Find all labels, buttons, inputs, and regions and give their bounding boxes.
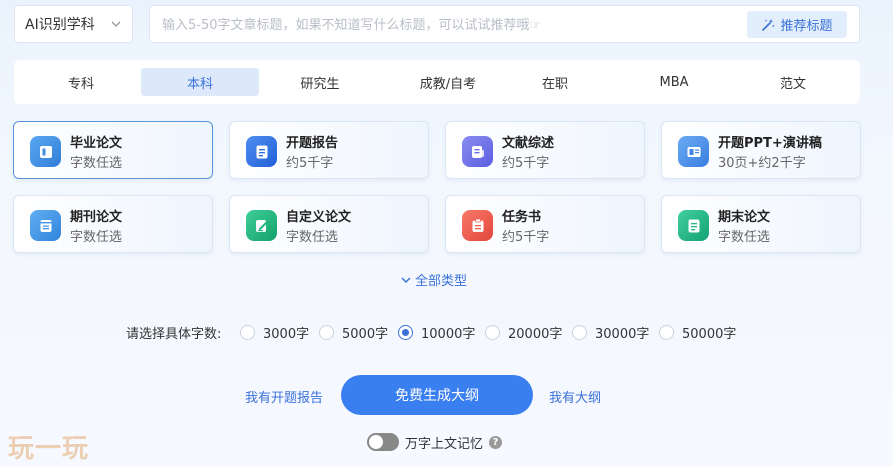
card-title: 开题PPT+演讲稿 xyxy=(718,136,822,151)
card-graduation-thesis[interactable]: 毕业论文 字数任选 xyxy=(13,121,213,179)
radio-circle xyxy=(319,324,334,340)
chevron-down-icon xyxy=(401,276,411,283)
pen-doc-icon xyxy=(246,210,277,241)
card-subtitle: 约5千字 xyxy=(286,156,334,171)
tab-label: MBA xyxy=(659,74,689,90)
tab-label: 本科 xyxy=(186,76,213,92)
degree-tabs: 专科 本科 研究生 成教/自考 在职 MBA 范文 xyxy=(14,60,860,104)
memory-toggle[interactable] xyxy=(367,433,399,451)
card-task-book[interactable]: 任务书 约5千字 xyxy=(445,195,645,253)
recommend-title-label: 推荐标题 xyxy=(780,19,833,34)
card-title: 期刊论文 xyxy=(70,210,123,225)
card-literature-review[interactable]: 文献综述 约5千字 xyxy=(445,121,645,179)
card-title: 开题报告 xyxy=(286,136,339,151)
tab-yanjiusheng[interactable]: 研究生 xyxy=(261,68,379,96)
subject-select-value: AI识别学科 xyxy=(25,17,95,33)
have-outline-link[interactable]: 我有大纲 xyxy=(549,387,601,406)
card-subtitle: 字数任选 xyxy=(70,230,123,245)
title-input-box: 推荐标题 xyxy=(149,5,860,43)
word-option-label: 30000字 xyxy=(595,326,650,342)
card-subtitle: 30页+约2千字 xyxy=(718,156,806,171)
recommend-title-button[interactable]: 推荐标题 xyxy=(747,11,847,38)
tab-chengjiao[interactable]: 成教/自考 xyxy=(389,68,507,96)
word-option-30000[interactable]: 30000字 xyxy=(572,322,649,342)
task-book-icon xyxy=(462,210,493,241)
top-row: AI识别学科 推荐标题 xyxy=(14,5,860,43)
word-option-label: 10000字 xyxy=(421,326,476,342)
tab-label: 研究生 xyxy=(300,76,340,92)
word-option-label: 50000字 xyxy=(682,326,737,342)
card-subtitle: 字数任选 xyxy=(718,230,771,245)
all-types-toggle[interactable]: 全部类型 xyxy=(400,270,467,289)
card-subtitle: 字数任选 xyxy=(70,156,123,171)
tab-label: 在职 xyxy=(541,76,568,92)
final-doc-icon xyxy=(678,210,709,241)
radio-circle xyxy=(572,324,587,340)
card-proposal-report[interactable]: 开题报告 约5千字 xyxy=(229,121,429,179)
tab-mba[interactable]: MBA xyxy=(615,68,733,96)
title-input[interactable] xyxy=(162,15,722,35)
card-subtitle: 字数任选 xyxy=(286,230,339,245)
word-option-5000[interactable]: 5000字 xyxy=(319,322,388,342)
card-title: 任务书 xyxy=(502,210,542,225)
radio-circle xyxy=(659,324,674,340)
tab-benke[interactable]: 本科 xyxy=(141,68,259,96)
card-title: 毕业论文 xyxy=(70,136,123,151)
graduation-doc-icon xyxy=(30,136,61,167)
ppt-icon xyxy=(678,136,709,167)
tab-zaizhi[interactable]: 在职 xyxy=(496,68,614,96)
tab-label: 成教/自考 xyxy=(419,76,477,92)
word-count-label: 请选择具体字数: xyxy=(126,327,222,342)
card-title: 文献综述 xyxy=(502,136,555,151)
card-journal-paper[interactable]: 期刊论文 字数任选 xyxy=(13,195,213,253)
generate-outline-button[interactable]: 免费生成大纲 xyxy=(341,375,533,415)
word-option-3000[interactable]: 3000字 xyxy=(240,322,309,342)
memory-row: 万字上文记忆 ? xyxy=(367,432,503,452)
tab-zhuanke[interactable]: 专科 xyxy=(22,68,140,96)
word-option-10000[interactable]: 10000字 xyxy=(398,322,475,342)
word-option-label: 20000字 xyxy=(508,326,563,342)
have-proposal-link[interactable]: 我有开题报告 xyxy=(245,387,323,406)
journal-icon xyxy=(30,210,61,241)
card-subtitle: 约5千字 xyxy=(502,230,550,245)
card-subtitle: 约5千字 xyxy=(502,156,550,171)
tab-label: 范文 xyxy=(779,76,806,92)
magic-wand-icon xyxy=(762,18,775,31)
word-option-label: 3000字 xyxy=(263,326,310,342)
literature-doc-icon xyxy=(462,136,493,167)
word-option-50000[interactable]: 50000字 xyxy=(659,322,736,342)
radio-circle xyxy=(485,324,500,340)
card-final-paper[interactable]: 期末论文 字数任选 xyxy=(661,195,861,253)
tab-label: 专科 xyxy=(67,76,94,92)
card-title: 自定义论文 xyxy=(286,210,352,225)
subject-select[interactable]: AI识别学科 xyxy=(14,5,133,43)
card-title: 期末论文 xyxy=(718,210,771,225)
tab-fanwen[interactable]: 范文 xyxy=(734,68,852,96)
help-icon[interactable]: ? xyxy=(489,435,503,449)
report-doc-icon xyxy=(246,136,277,167)
memory-label: 万字上文记忆 xyxy=(405,436,484,452)
watermark-logo: 玩一玩 xyxy=(8,434,90,464)
word-option-20000[interactable]: 20000字 xyxy=(485,322,562,342)
chevron-down-icon xyxy=(111,21,121,27)
word-option-label: 5000字 xyxy=(342,326,389,342)
card-custom-paper[interactable]: 自定义论文 字数任选 xyxy=(229,195,429,253)
all-types-label: 全部类型 xyxy=(415,274,468,289)
radio-circle xyxy=(240,324,255,340)
radio-circle-checked xyxy=(398,324,413,340)
generate-outline-label: 免费生成大纲 xyxy=(395,388,479,404)
card-proposal-ppt[interactable]: 开题PPT+演讲稿 30页+约2千字 xyxy=(661,121,861,179)
